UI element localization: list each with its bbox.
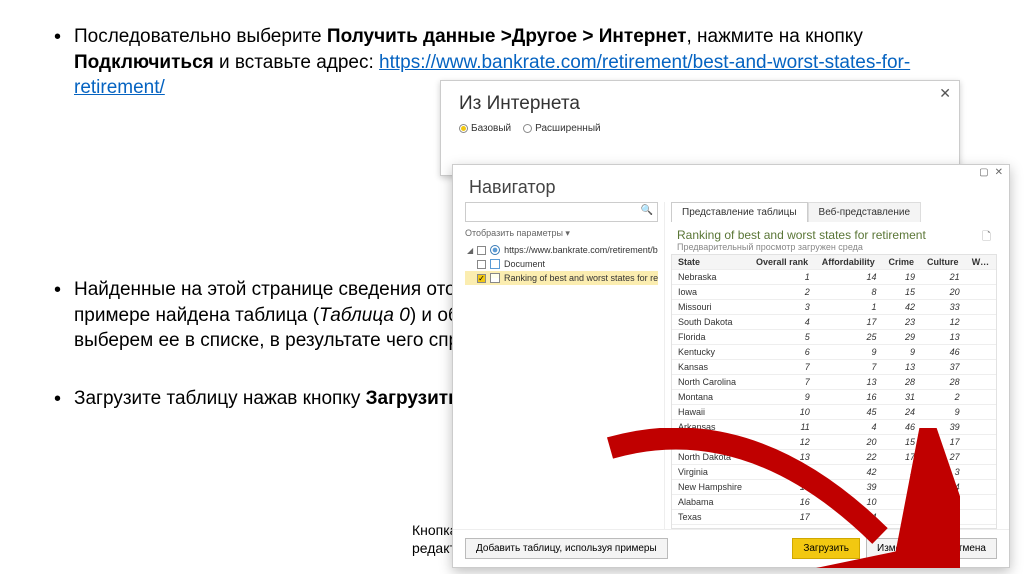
column-header: State xyxy=(672,255,750,270)
tab-web-view[interactable]: Веб-представление xyxy=(808,202,922,222)
tab-table-view[interactable]: Представление таблицы xyxy=(671,202,808,222)
table-row[interactable]: Nebraska1141921 xyxy=(672,270,996,285)
table-row[interactable]: New Hampshire153914 xyxy=(672,480,996,495)
tree-root[interactable]: ◢https://www.bankrate.com/retirement/bes… xyxy=(465,243,658,257)
table-row[interactable]: Texas17243730 xyxy=(672,510,996,525)
preview-table: StateOverall rankAffordabilityCrimeCultu… xyxy=(672,255,996,529)
from-web-title: Из Интернета xyxy=(441,81,959,119)
column-header: Affordability xyxy=(816,255,883,270)
refresh-icon[interactable]: 🗋 xyxy=(982,228,991,247)
table-row[interactable]: Kentucky69946 xyxy=(672,345,996,360)
add-table-button[interactable]: Добавить таблицу, используя примеры xyxy=(465,538,668,559)
close-icon[interactable]: ✕ xyxy=(939,85,951,102)
table-row[interactable]: North Dakota13221727 xyxy=(672,450,996,465)
radio-basic[interactable]: Базовый xyxy=(459,123,511,134)
preview-title: Ranking of best and worst states for ret… xyxy=(677,228,926,242)
preview-subtitle: Предварительный просмотр загружен среда xyxy=(677,242,926,252)
table-row[interactable]: Missouri314233 xyxy=(672,300,996,315)
from-web-dialog: ✕ Из Интернета Базовый Расширенный xyxy=(440,80,960,176)
column-header: Crime xyxy=(883,255,922,270)
table-row[interactable]: Wisconsin12201517 xyxy=(672,435,996,450)
load-button[interactable]: Загрузить xyxy=(792,538,860,559)
navigator-title: Навигатор xyxy=(453,165,1009,202)
table-row[interactable]: Iowa281520 xyxy=(672,285,996,300)
column-header: W… xyxy=(966,255,996,270)
table-row[interactable]: Alabama16104444 xyxy=(672,495,996,510)
table-row[interactable]: Montana916312 xyxy=(672,390,996,405)
column-header: Culture xyxy=(921,255,966,270)
table-row[interactable]: Hawaii1045249 xyxy=(672,405,996,420)
column-header: Overall rank xyxy=(750,255,816,270)
search-input[interactable] xyxy=(465,202,658,222)
display-options[interactable]: Отобразить параметры ▾ xyxy=(465,226,658,241)
close-icon[interactable]: ✕ xyxy=(995,167,1003,178)
maximize-icon[interactable]: ▢ xyxy=(979,167,988,178)
cancel-button[interactable]: Отмена xyxy=(939,538,997,559)
table-row[interactable]: Kansas771337 xyxy=(672,360,996,375)
radio-advanced[interactable]: Расширенный xyxy=(523,123,600,134)
table-row[interactable]: North Carolina7132828 xyxy=(672,375,996,390)
table-row[interactable]: South Dakota4172312 xyxy=(672,315,996,330)
tree-document[interactable]: Document xyxy=(465,257,658,271)
edit-button[interactable]: Изменить xyxy=(866,538,933,559)
table-row[interactable]: Florida5252913 xyxy=(672,330,996,345)
table-row[interactable]: Arkansas1144639 xyxy=(672,420,996,435)
table-row[interactable]: Virginia144213 xyxy=(672,465,996,480)
tree-table[interactable]: ✓Ranking of best and worst states for re… xyxy=(465,271,658,285)
navigator-dialog: ▢ ✕ Навигатор Отобразить параметры ▾ ◢ht… xyxy=(452,164,1010,568)
